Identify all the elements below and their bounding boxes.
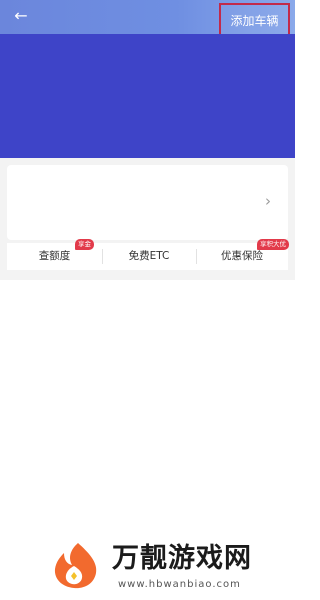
free-etc-tab[interactable]: 免费ETC — [102, 243, 196, 270]
watermark-url: www.hbwanbiao.com — [118, 579, 241, 590]
services-row: 查额度 免费ETC 优惠保险 享金 享积大优 — [7, 239, 289, 270]
top-bar: ← 添加车辆 — [0, 0, 295, 40]
back-arrow-icon[interactable]: ← — [10, 6, 32, 26]
chevron-right-icon[interactable]: › — [262, 193, 274, 209]
promo-badge: 享积大优 — [257, 239, 289, 250]
header-banner — [0, 34, 295, 158]
watermark-logo-icon — [54, 543, 97, 589]
watermark-title: 万靓游戏网 — [112, 543, 252, 574]
promo-badge: 享金 — [75, 239, 94, 250]
vehicle-card[interactable]: › — [7, 165, 288, 240]
